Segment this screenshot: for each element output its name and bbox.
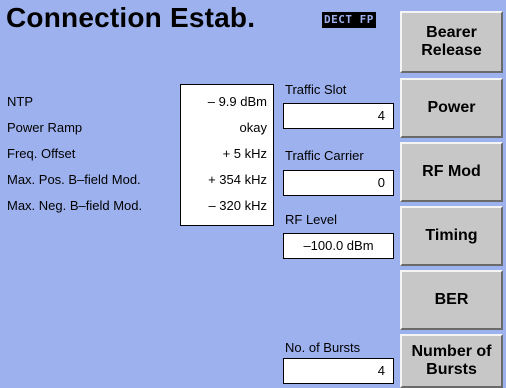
- measurement-values-box: – 9.9 dBm okay + 5 kHz + 354 kHz – 320 k…: [180, 84, 274, 226]
- bearer-release-button[interactable]: Bearer Release: [400, 11, 503, 73]
- freq-offset-label: Freq. Offset: [7, 146, 76, 161]
- rf-level-label: RF Level: [285, 212, 338, 227]
- traffic-slot-label: Traffic Slot: [285, 82, 347, 97]
- freq-offset-value: + 5 kHz: [222, 146, 267, 161]
- measurement-labels: NTP Power Ramp Freq. Offset Max. Pos. B–…: [7, 94, 142, 224]
- traffic-slot-field[interactable]: 4: [283, 103, 394, 129]
- number-of-bursts-button[interactable]: Number of Bursts: [400, 334, 503, 388]
- max-neg-bfield-value: – 320 kHz: [208, 198, 267, 213]
- rf-mod-button[interactable]: RF Mod: [400, 142, 503, 202]
- ntp-label: NTP: [7, 94, 33, 109]
- traffic-carrier-label: Traffic Carrier: [285, 148, 364, 163]
- max-pos-bfield-value: + 354 kHz: [208, 172, 267, 187]
- max-neg-bfield-label: Max. Neg. B–field Mod.: [7, 198, 143, 213]
- traffic-carrier-field[interactable]: 0: [283, 170, 394, 196]
- mode-badge: DECT FP: [322, 12, 376, 28]
- no-of-bursts-field[interactable]: 4: [283, 358, 394, 384]
- rf-level-field[interactable]: –100.0 dBm: [283, 233, 394, 259]
- power-ramp-value: okay: [239, 120, 267, 135]
- max-pos-bfield-label: Max. Pos. B–field Mod.: [7, 172, 141, 187]
- screen-title: Connection Estab.: [6, 2, 256, 33]
- no-of-bursts-label: No. of Bursts: [285, 340, 361, 355]
- power-ramp-label: Power Ramp: [7, 120, 83, 135]
- power-button[interactable]: Power: [400, 78, 503, 138]
- ber-button[interactable]: BER: [400, 270, 503, 330]
- timing-button[interactable]: Timing: [400, 206, 503, 266]
- ntp-value: – 9.9 dBm: [207, 94, 267, 109]
